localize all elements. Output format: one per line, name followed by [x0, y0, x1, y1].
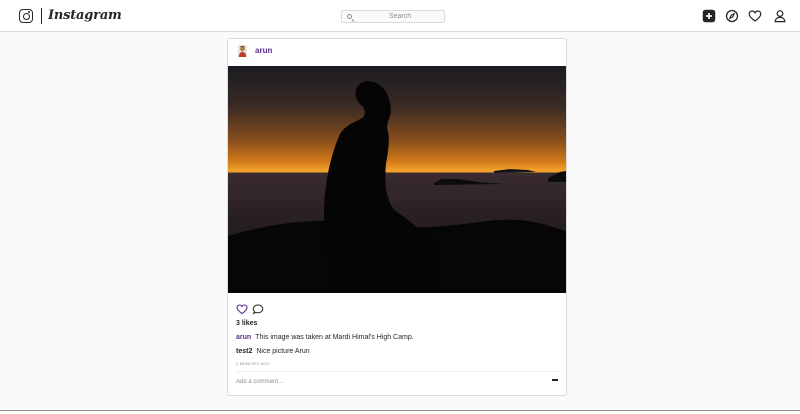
caption-username[interactable]: arun [236, 334, 251, 341]
avatar[interactable] [238, 45, 247, 57]
search-box[interactable] [341, 10, 445, 23]
post-author-username[interactable]: arun [255, 46, 272, 55]
search-input[interactable] [356, 11, 444, 22]
search-icon [347, 14, 352, 19]
likes-count[interactable]: 3 likes [236, 320, 257, 327]
post-caption: arun This image was taken at Mardi Himal'… [236, 334, 414, 341]
comment-username[interactable]: test2 [236, 348, 252, 355]
post-timestamp: 2 minutes ago [236, 361, 270, 366]
brand-wordmark[interactable]: Instagram [48, 6, 122, 26]
explore-icon[interactable] [725, 9, 739, 23]
post-card: arun 3 likes arun This image was taken a… [227, 38, 567, 396]
comment-item: test2 Nice picture Arun [236, 348, 310, 355]
page-bottom-divider [0, 410, 800, 411]
add-comment-input[interactable] [236, 376, 536, 388]
logo-divider [41, 8, 42, 24]
like-heart-icon[interactable] [236, 303, 248, 315]
add-post-icon[interactable] [702, 9, 716, 23]
post-header: arun [228, 39, 566, 66]
profile-icon[interactable] [773, 9, 787, 23]
comment-divider [236, 371, 558, 372]
comment-text: Nice picture Arun [256, 348, 310, 355]
comment-icon[interactable] [252, 303, 264, 315]
instagram-logo-icon[interactable] [19, 9, 33, 23]
minus-icon[interactable] [552, 379, 558, 381]
heart-icon[interactable] [748, 9, 762, 23]
caption-text: This image was taken at Mardi Himal's Hi… [255, 334, 414, 341]
post-image[interactable] [228, 66, 566, 293]
top-navbar: Instagram [0, 0, 800, 32]
